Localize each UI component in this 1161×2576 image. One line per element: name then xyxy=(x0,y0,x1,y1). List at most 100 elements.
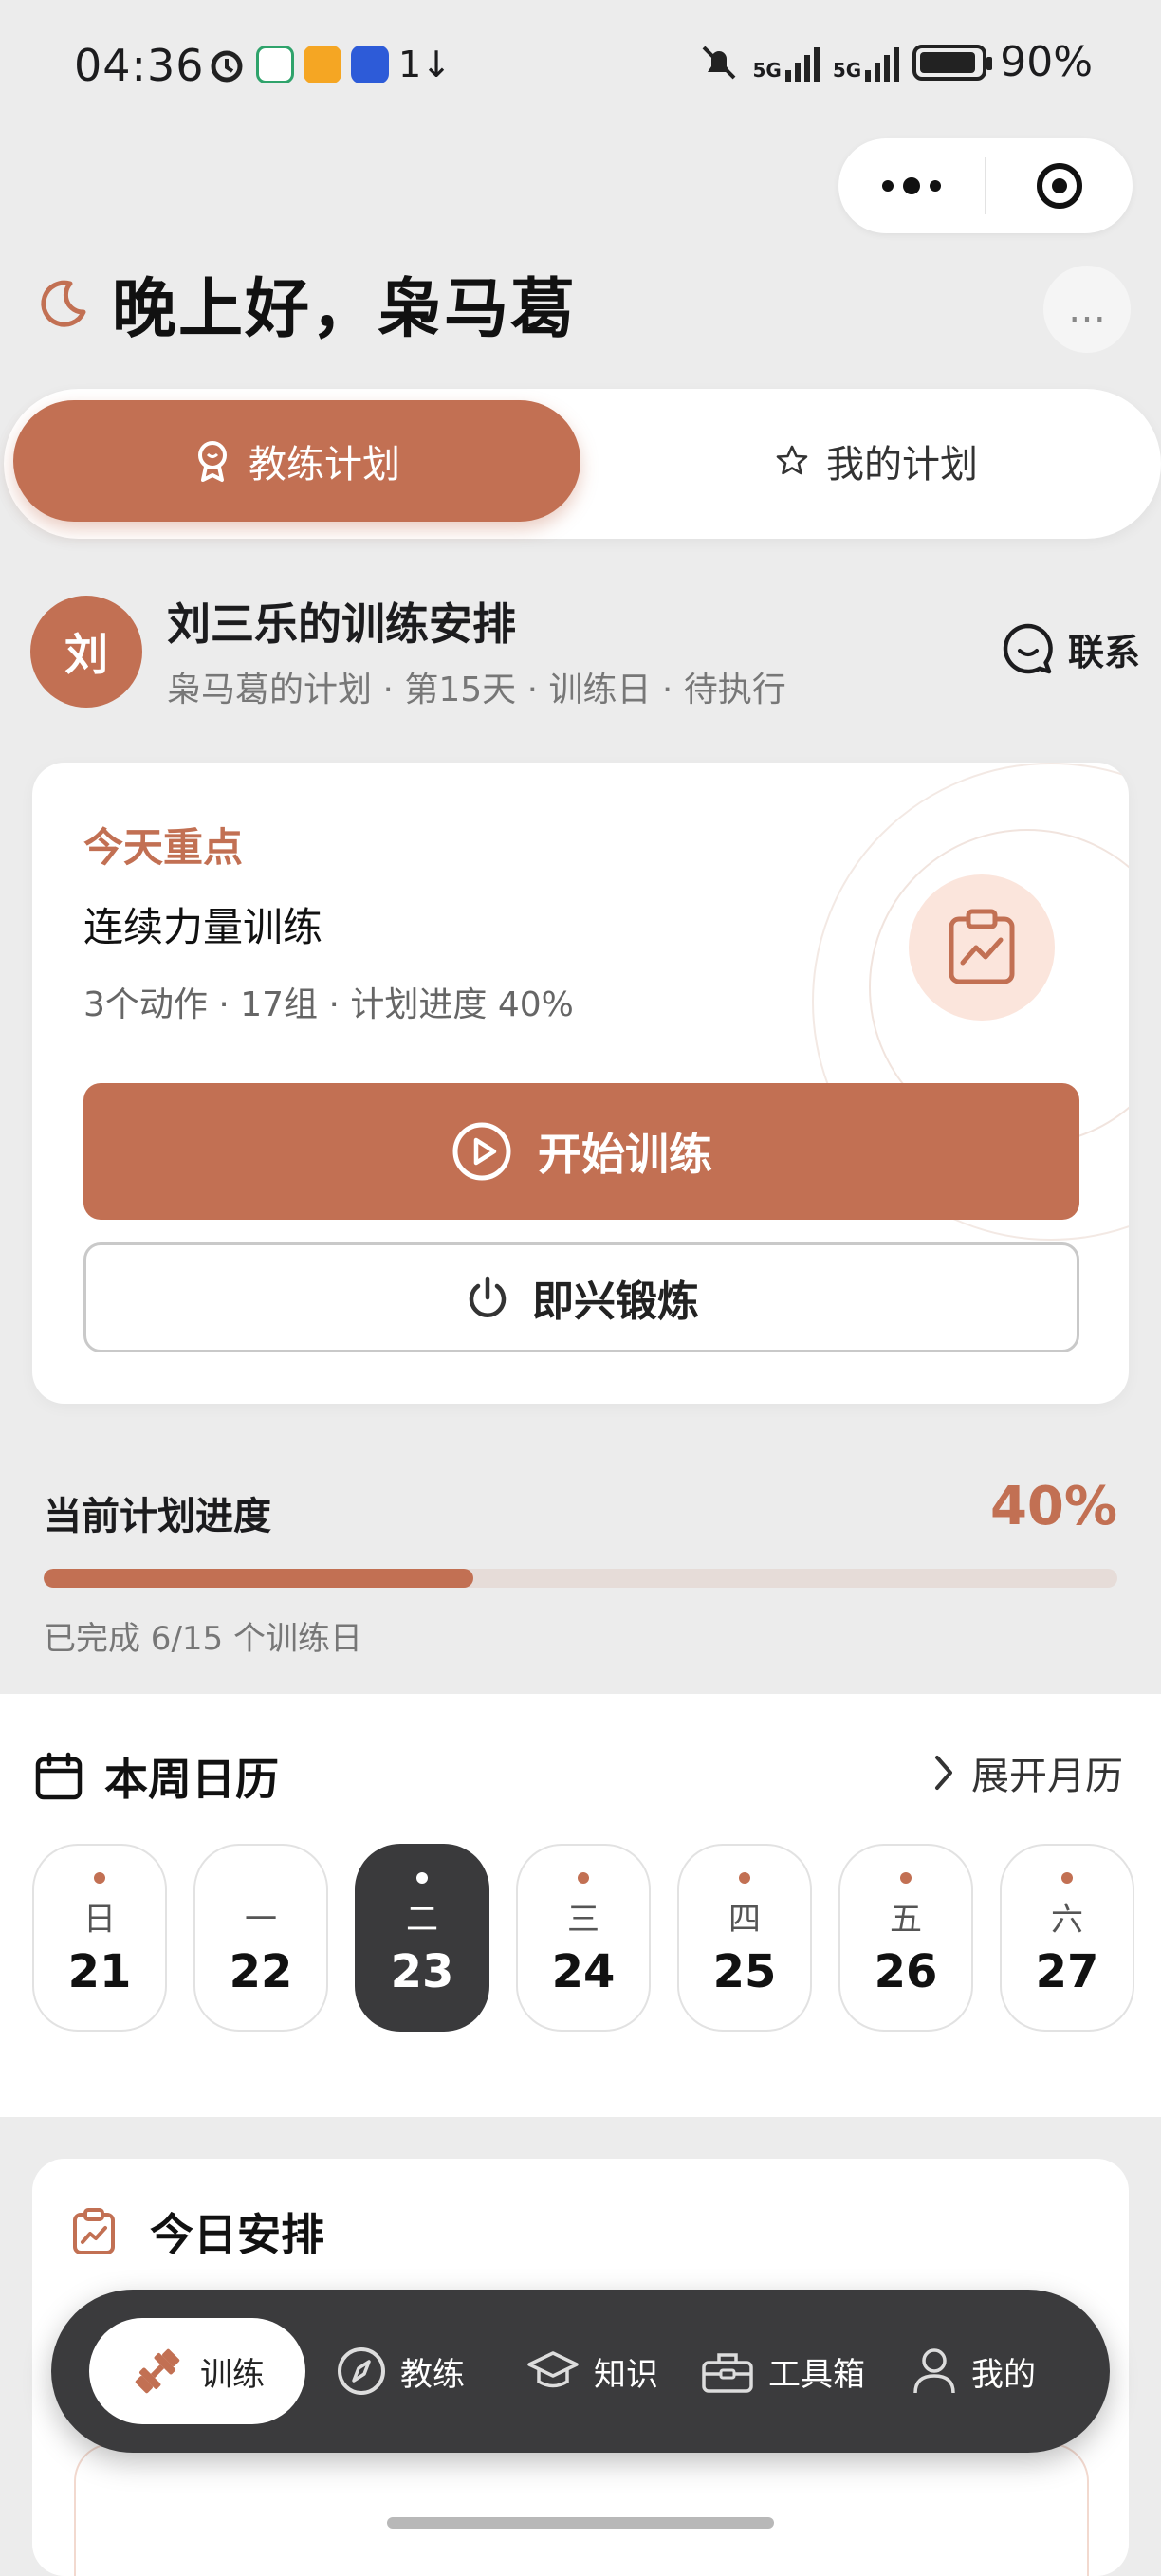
calendar-header: 本周日历 xyxy=(34,1745,279,1808)
ellipsis-button[interactable]: … xyxy=(1043,266,1131,353)
training-dot xyxy=(578,1872,589,1884)
battery-level: 90% xyxy=(1000,38,1093,86)
today-schedule-item[interactable] xyxy=(74,2443,1089,2576)
plan-progress-percent: 40% xyxy=(989,1476,1117,1537)
start-training-label: 开始训练 xyxy=(538,1129,712,1180)
day-weekday: 一 xyxy=(245,1901,277,1939)
notification-icons: 1↓ xyxy=(207,44,452,85)
training-dot xyxy=(900,1872,912,1884)
tab-coach-plan[interactable]: 教练计划 xyxy=(13,400,580,522)
focus-meta: 3个动作 · 17组 · 计划进度 40% xyxy=(83,985,574,1024)
calendar-day[interactable]: 六 27 xyxy=(1000,1844,1134,2032)
mail-notification-icon xyxy=(304,46,341,83)
flag-notification-icon xyxy=(351,46,389,83)
home-indicator[interactable] xyxy=(387,2517,774,2529)
graduation-cap-icon xyxy=(527,2351,579,2388)
toolbox-icon xyxy=(702,2353,753,2393)
focus-label: 今天重点 xyxy=(83,824,244,871)
star-icon xyxy=(776,445,808,475)
ellipsis-icon: … xyxy=(1068,287,1106,331)
today-focus-card: 今天重点 连续力量训练 3个动作 · 17组 · 计划进度 40% 开始训练 即… xyxy=(32,763,1129,1404)
calendar-day-selected[interactable]: 二 23 xyxy=(355,1844,489,2032)
signal-bars-icon xyxy=(784,44,820,82)
day-weekday: 三 xyxy=(567,1901,599,1939)
training-dot xyxy=(1061,1872,1073,1884)
signal-bars-icon xyxy=(865,44,900,82)
play-circle-icon xyxy=(452,1122,511,1181)
nav-label: 知识 xyxy=(594,2355,658,2394)
training-dot xyxy=(739,1872,750,1884)
compass-icon xyxy=(338,2347,385,2395)
alarm-icon xyxy=(211,50,243,83)
dumbbell-icon xyxy=(135,2348,180,2394)
plan-tabs: 教练计划 我的计划 xyxy=(4,389,1161,539)
contact-label: 联系 xyxy=(1067,631,1140,673)
bottom-navigation: 训练 教练 知识 工具箱 我的 xyxy=(51,2290,1110,2453)
nav-item-coach[interactable]: 教练 xyxy=(336,2318,465,2424)
day-date: 26 xyxy=(874,1945,938,1998)
mute-bell-icon xyxy=(702,46,735,79)
tab-label: 教练计划 xyxy=(249,443,400,487)
plan-progress-bar xyxy=(44,1569,1117,1588)
calendar-day[interactable]: 四 25 xyxy=(677,1844,812,2032)
calendar-day[interactable]: 一 22 xyxy=(194,1844,328,2032)
nav-label: 教练 xyxy=(400,2355,465,2394)
calendar-day[interactable]: 三 24 xyxy=(516,1844,651,2032)
miniprogram-capsule xyxy=(838,138,1133,233)
status-bar: 04:36 1↓ 5G 5G 90% xyxy=(0,0,1161,133)
nav-item-knowledge[interactable]: 知识 xyxy=(525,2318,658,2424)
day-weekday: 六 xyxy=(1051,1901,1083,1939)
contact-coach-button[interactable]: 联系 xyxy=(1000,620,1140,677)
coach-avatar: 刘 xyxy=(30,596,142,708)
greeting-row: 晚上好，枭马葛 xyxy=(36,256,577,350)
nav-label: 工具箱 xyxy=(768,2355,865,2394)
status-time: 04:36 xyxy=(74,40,205,91)
today-schedule-title: 今日安排 xyxy=(150,2209,324,2260)
user-icon xyxy=(913,2348,955,2394)
day-weekday: 二 xyxy=(406,1901,438,1939)
coach-plan-subtitle: 枭马葛的计划 · 第15天 · 训练日 · 待执行 xyxy=(167,671,786,709)
app-notification-icon xyxy=(256,46,294,83)
close-miniprogram-button[interactable] xyxy=(986,163,1133,209)
clipboard-chart-icon xyxy=(73,2208,115,2254)
tab-my-plan[interactable]: 我的计划 xyxy=(611,400,1142,522)
calendar-day[interactable]: 日 21 xyxy=(32,1844,167,2032)
calendar-days: 日 21 一 22 二 23 三 24 四 25 五 26 六 27 xyxy=(32,1844,1134,2032)
plan-progress-detail: 已完成 6/15 个训练日 xyxy=(44,1620,362,1658)
day-weekday: 日 xyxy=(83,1901,116,1939)
day-weekday: 五 xyxy=(890,1901,922,1939)
impromptu-workout-label: 即兴锻炼 xyxy=(532,1278,699,1326)
nav-item-training[interactable]: 训练 xyxy=(89,2318,305,2424)
day-date: 22 xyxy=(229,1945,293,1998)
week-calendar: 本周日历 展开月历 日 21 一 22 二 23 三 24 四 25 五 26 六 27 xyxy=(0,1694,1161,2117)
chat-bubble-icon xyxy=(1003,623,1053,674)
status-right: 5G 5G 90% xyxy=(698,38,1093,86)
expand-month-button[interactable]: 展开月历 xyxy=(931,1745,1123,1800)
focus-title: 连续力量训练 xyxy=(83,904,323,950)
day-date: 24 xyxy=(551,1945,616,1998)
nav-item-toolbox[interactable]: 工具箱 xyxy=(700,2318,865,2424)
day-date: 23 xyxy=(390,1945,454,1998)
greeting-text: 晚上好，枭马葛 xyxy=(112,272,578,347)
start-training-button[interactable]: 开始训练 xyxy=(83,1083,1079,1220)
power-icon xyxy=(469,1276,507,1317)
medal-icon xyxy=(198,441,227,482)
day-date: 25 xyxy=(712,1945,777,1998)
expand-month-label: 展开月历 xyxy=(971,1755,1123,1798)
training-dot xyxy=(416,1872,428,1884)
target-icon xyxy=(1037,163,1082,209)
moon-icon xyxy=(41,280,86,327)
signal-5g-2: 5G xyxy=(833,44,900,82)
signal-5g-1: 5G xyxy=(753,44,820,82)
nav-item-profile[interactable]: 我的 xyxy=(911,2318,1036,2424)
coach-header: 刘 刘三乐的训练安排 枭马葛的计划 · 第15天 · 训练日 · 待执行 联系 xyxy=(30,588,1140,711)
plan-progress-label: 当前计划进度 xyxy=(44,1495,271,1538)
plan-progress-fill xyxy=(44,1569,473,1588)
more-menu-button[interactable] xyxy=(838,138,985,233)
calendar-day[interactable]: 五 26 xyxy=(838,1844,973,2032)
chevron-right-icon xyxy=(935,1756,952,1790)
impromptu-workout-button[interactable]: 即兴锻炼 xyxy=(83,1242,1079,1352)
network-indicator: 1↓ xyxy=(398,44,452,85)
calendar-title: 本周日历 xyxy=(104,1754,279,1805)
nav-label: 训练 xyxy=(200,2355,265,2394)
